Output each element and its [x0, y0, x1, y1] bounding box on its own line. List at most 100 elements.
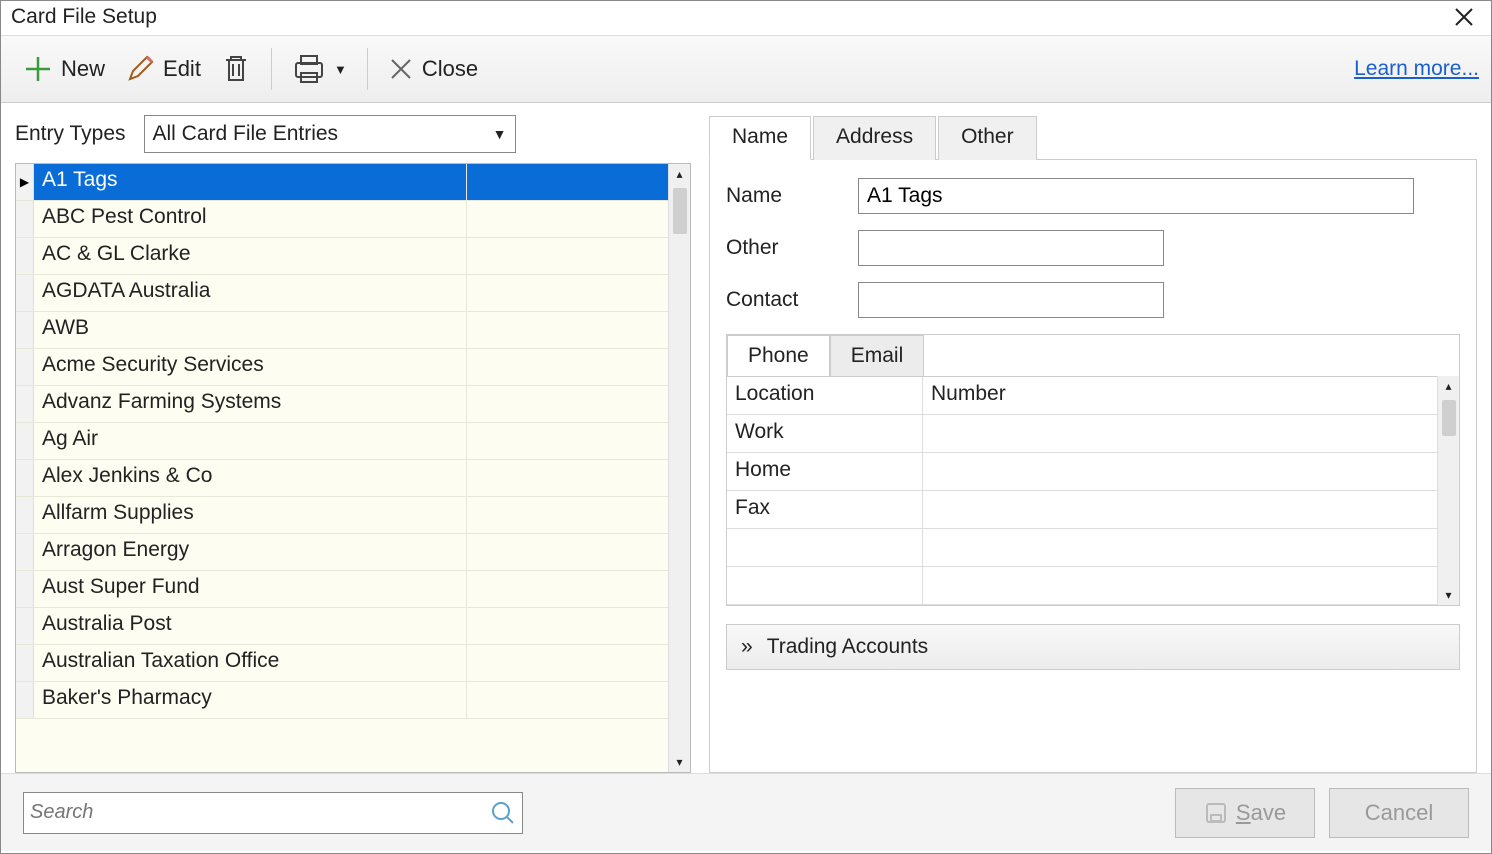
- entry-col2: [466, 571, 668, 607]
- phone-row[interactable]: Home: [727, 453, 1437, 491]
- row-indicator: [16, 608, 34, 644]
- entry-types-label: Entry Types: [15, 122, 126, 146]
- search-box[interactable]: [23, 792, 523, 834]
- entry-col2: [466, 349, 668, 385]
- entry-col2: [466, 238, 668, 274]
- entry-col2: [466, 608, 668, 644]
- table-row[interactable]: Advanz Farming Systems: [16, 386, 668, 423]
- separator: [367, 48, 368, 90]
- scroll-down-icon[interactable]: ▾: [676, 752, 682, 772]
- scroll-thumb[interactable]: [1442, 400, 1456, 436]
- row-indicator: [16, 423, 34, 459]
- entry-name: AC & GL Clarke: [34, 238, 466, 274]
- trading-accounts-expander[interactable]: » Trading Accounts: [726, 624, 1460, 670]
- entry-name: Alex Jenkins & Co: [34, 460, 466, 496]
- close-icon[interactable]: [1447, 6, 1481, 28]
- scrollbar[interactable]: ▴ ▾: [668, 164, 690, 772]
- row-indicator: [16, 645, 34, 681]
- row-indicator: [16, 571, 34, 607]
- learn-more-link[interactable]: Learn more...: [1354, 57, 1479, 81]
- entry-col2: [466, 275, 668, 311]
- name-field-label: Name: [726, 184, 858, 208]
- row-indicator: [16, 312, 34, 348]
- scroll-thumb[interactable]: [673, 188, 687, 234]
- chevron-down-icon: ▼: [493, 126, 507, 142]
- phone-header-row: LocationNumber: [727, 377, 1437, 415]
- new-label: New: [61, 56, 105, 82]
- row-indicator: [16, 201, 34, 237]
- chevron-right-icon: »: [741, 635, 753, 659]
- subtab-phone[interactable]: Phone: [727, 335, 830, 376]
- table-row[interactable]: Acme Security Services: [16, 349, 668, 386]
- entry-col2: [466, 534, 668, 570]
- search-icon[interactable]: [490, 800, 516, 826]
- table-row[interactable]: Baker's Pharmacy: [16, 682, 668, 719]
- scrollbar[interactable]: ▴ ▾: [1437, 376, 1459, 605]
- entry-name: AWB: [34, 312, 466, 348]
- table-row[interactable]: Australian Taxation Office: [16, 645, 668, 682]
- scroll-down-icon[interactable]: ▾: [1445, 585, 1451, 605]
- tab-address[interactable]: Address: [813, 116, 936, 160]
- trading-accounts-label: Trading Accounts: [767, 635, 928, 659]
- subtab-email[interactable]: Email: [830, 335, 925, 376]
- entries-grid: ▶A1 TagsABC Pest ControlAC & GL ClarkeAG…: [15, 163, 691, 773]
- row-indicator: [16, 386, 34, 422]
- table-row[interactable]: Alex Jenkins & Co: [16, 460, 668, 497]
- contact-subpanel: Phone Email LocationNumberWorkHomeFax ▴ …: [726, 334, 1460, 606]
- table-row[interactable]: Ag Air: [16, 423, 668, 460]
- edit-button[interactable]: Edit: [115, 50, 211, 88]
- delete-button[interactable]: [211, 48, 261, 90]
- trash-icon: [221, 52, 251, 86]
- col-location: Location: [727, 377, 923, 414]
- table-row[interactable]: AGDATA Australia: [16, 275, 668, 312]
- row-indicator: [16, 497, 34, 533]
- new-button[interactable]: New: [13, 50, 115, 88]
- pencil-icon: [125, 54, 155, 84]
- print-button[interactable]: ▼: [282, 49, 357, 89]
- table-row[interactable]: Arragon Energy: [16, 534, 668, 571]
- row-indicator: [16, 682, 34, 718]
- cancel-button[interactable]: Cancel: [1329, 788, 1469, 838]
- phone-row-empty[interactable]: [727, 529, 1437, 567]
- phone-location: Fax: [727, 491, 923, 528]
- scroll-up-icon[interactable]: ▴: [676, 164, 682, 184]
- entry-name: Allfarm Supplies: [34, 497, 466, 533]
- phone-row[interactable]: Fax: [727, 491, 1437, 529]
- col-number: Number: [923, 377, 1437, 414]
- tab-other[interactable]: Other: [938, 116, 1037, 160]
- search-input[interactable]: [30, 801, 490, 824]
- table-row[interactable]: AC & GL Clarke: [16, 238, 668, 275]
- other-field[interactable]: [858, 230, 1164, 266]
- scroll-up-icon[interactable]: ▴: [1445, 376, 1451, 396]
- table-row[interactable]: Aust Super Fund: [16, 571, 668, 608]
- table-row[interactable]: ABC Pest Control: [16, 201, 668, 238]
- table-row[interactable]: ▶A1 Tags: [16, 164, 668, 201]
- table-row[interactable]: AWB: [16, 312, 668, 349]
- edit-label: Edit: [163, 56, 201, 82]
- entry-col2: [466, 460, 668, 496]
- table-row[interactable]: Allfarm Supplies: [16, 497, 668, 534]
- tab-name[interactable]: Name: [709, 116, 811, 160]
- row-indicator: [16, 349, 34, 385]
- contact-field-label: Contact: [726, 288, 858, 312]
- phone-number[interactable]: [923, 453, 1437, 490]
- entry-name: ABC Pest Control: [34, 201, 466, 237]
- phone-number[interactable]: [923, 491, 1437, 528]
- close-label: Close: [422, 56, 478, 82]
- name-field[interactable]: [858, 178, 1414, 214]
- phone-row[interactable]: Work: [727, 415, 1437, 453]
- entry-types-select[interactable]: All Card File Entries ▼: [144, 115, 516, 153]
- save-icon: [1204, 801, 1228, 825]
- save-button[interactable]: Save: [1175, 788, 1315, 838]
- phone-row-empty[interactable]: [727, 567, 1437, 605]
- entry-name: Arragon Energy: [34, 534, 466, 570]
- row-indicator: [16, 534, 34, 570]
- close-button[interactable]: Close: [378, 52, 488, 86]
- entry-name: Acme Security Services: [34, 349, 466, 385]
- entry-col2: [466, 497, 668, 533]
- phone-number[interactable]: [923, 415, 1437, 452]
- contact-field[interactable]: [858, 282, 1164, 318]
- dropdown-arrow-icon: ▼: [334, 62, 347, 77]
- table-row[interactable]: Australia Post: [16, 608, 668, 645]
- phone-location: Work: [727, 415, 923, 452]
